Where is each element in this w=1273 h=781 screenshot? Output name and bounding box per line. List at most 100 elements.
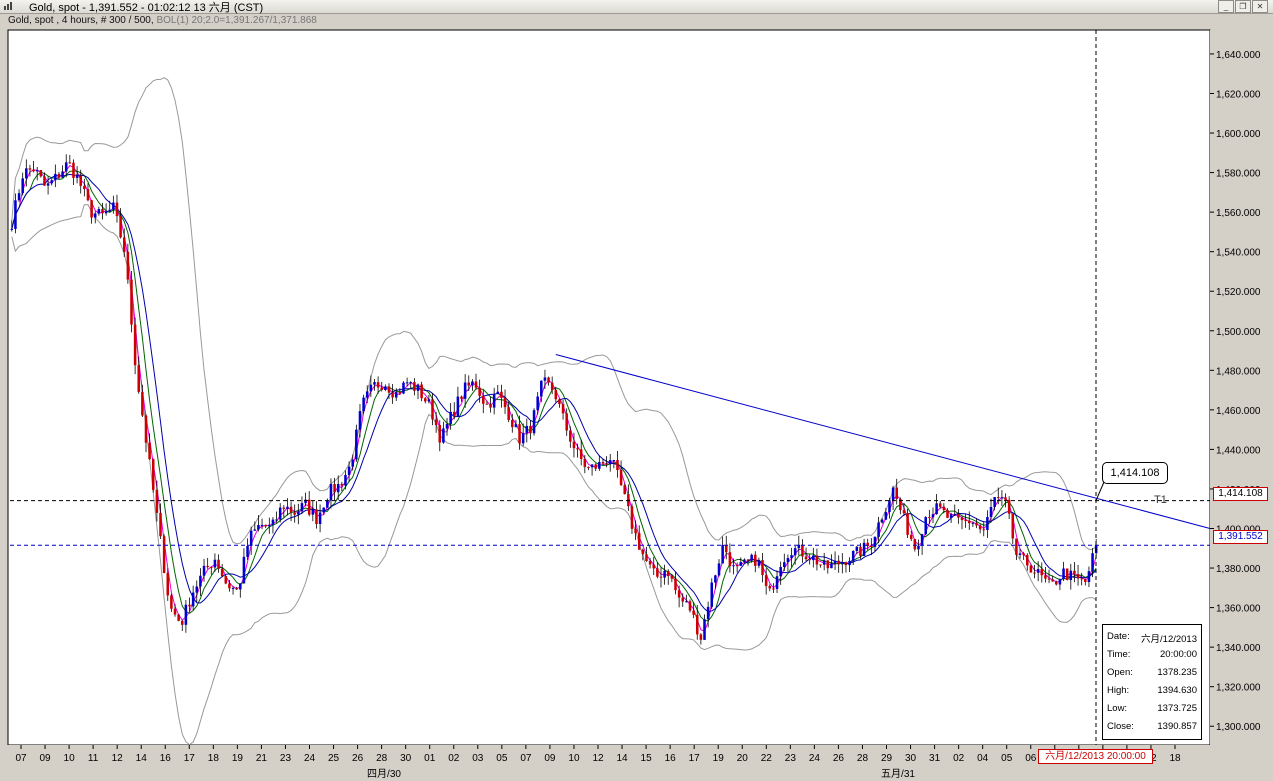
candle-body [358, 411, 362, 430]
x-tick-label: 25 [328, 753, 340, 764]
candle-body [507, 407, 510, 421]
candle-body [514, 424, 518, 428]
candle-body [960, 517, 964, 521]
candle-body [246, 545, 249, 557]
candle-body [989, 507, 993, 518]
candle-body [293, 512, 296, 515]
candle-body [416, 384, 420, 391]
candle-body [344, 474, 347, 486]
candle-body [402, 382, 405, 394]
candle-body [217, 559, 220, 569]
candle-body [841, 562, 844, 565]
candle-body [692, 610, 695, 615]
x-tick-label: 23 [785, 753, 797, 764]
candle-body [884, 512, 888, 520]
candle-body [775, 576, 779, 589]
candle-body [130, 279, 133, 325]
candle-body [663, 570, 666, 578]
candle-body [115, 202, 119, 217]
candle-body [928, 517, 931, 519]
x-tick-label: 15 [641, 753, 653, 764]
y-tick-label: 1,520.000 [1216, 287, 1261, 298]
x-tick-label: 18 [208, 753, 220, 764]
candle-body [1044, 575, 1047, 579]
x-tick-label: 01 [424, 753, 436, 764]
candle-body [442, 428, 445, 443]
x-tick-label: 26 [833, 753, 845, 764]
candle-body [112, 202, 115, 210]
candle-body [329, 484, 333, 501]
candle-body [924, 517, 928, 535]
candle-body [521, 433, 525, 444]
candle-body [137, 365, 141, 392]
candle-body [191, 592, 195, 607]
candle-body [1087, 571, 1091, 582]
candle-body [637, 533, 641, 550]
candle-body [239, 583, 242, 590]
candle-body [492, 393, 496, 408]
candle-body [648, 561, 652, 565]
candle-body [982, 529, 986, 531]
x-tick-label: 26 [352, 753, 364, 764]
y-tick-label: 1,360.000 [1216, 604, 1261, 615]
candle-body [652, 564, 656, 569]
candle-body [685, 601, 688, 603]
candle-body [83, 185, 86, 190]
candle-body [594, 464, 597, 469]
candle-body [848, 560, 851, 566]
candle-body [942, 506, 946, 511]
candle-body [1036, 569, 1040, 573]
candle-body [645, 554, 648, 562]
candle-body [471, 381, 474, 386]
price-chart[interactable]: 1,300.000 1,320.000 1,340.000 1,360.000 1,38… [0, 0, 1273, 781]
y-tick-label: 1,560.000 [1216, 208, 1261, 219]
candle-body [202, 565, 206, 576]
candle-body [257, 524, 260, 530]
info-row-time: Time: 20:00:00 [1107, 649, 1197, 660]
candle-body [57, 173, 61, 178]
candle-body [21, 178, 24, 194]
candle-body [728, 552, 732, 567]
candle-body [804, 556, 808, 560]
candle-body [561, 404, 565, 414]
candle-body [826, 560, 830, 569]
candle-body [913, 539, 917, 550]
candle-body [460, 396, 463, 399]
candle-body [971, 522, 975, 524]
candle-body [732, 565, 735, 567]
candle-body [906, 513, 909, 535]
candle-body [213, 559, 217, 568]
candle-body [405, 382, 409, 384]
candle-body [674, 578, 677, 591]
candle-body [978, 525, 982, 530]
candle-body [50, 180, 53, 184]
candle-body [1022, 553, 1025, 556]
candle-body [750, 554, 753, 561]
candle-body [489, 404, 492, 408]
candle-body [996, 497, 1000, 499]
candle-body [355, 429, 358, 460]
series-description: Gold, spot , 4 hours, # 300 / 500, [8, 15, 154, 26]
x-tick-label: 24 [304, 753, 316, 764]
candle-body [500, 391, 503, 398]
candle-body [434, 419, 438, 426]
cursor-date-label: 六月/12/2013 20:00:00 [1038, 749, 1153, 764]
candle-body [587, 466, 590, 468]
candle-body [540, 380, 543, 397]
candle-body [1080, 578, 1083, 580]
x-tick-label: 11 [88, 753, 99, 764]
candle-body [398, 392, 402, 394]
candle-body [311, 509, 315, 515]
y-tick-label: 1,600.000 [1216, 129, 1261, 140]
x-tick-label: 19 [713, 753, 725, 764]
candle-body [641, 549, 645, 555]
candle-body [902, 510, 906, 514]
x-tick-label: 07 [520, 753, 532, 764]
candle-body [1091, 553, 1094, 572]
candle-body [616, 460, 619, 471]
candle-body [503, 397, 507, 408]
candle-body [558, 399, 561, 405]
x-tick-label: 24 [809, 753, 821, 764]
candle-body [300, 503, 304, 512]
candle-body [877, 522, 880, 537]
